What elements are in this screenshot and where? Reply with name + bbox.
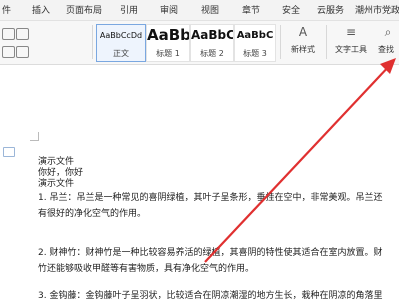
- new-style-icon: A: [298, 25, 308, 39]
- doc-line: 竹还能够吸收甲醛等有害物质，具有净化空气的作用。: [38, 264, 255, 274]
- tab-insert[interactable]: 插入: [32, 3, 50, 16]
- style-preview: AaBbC: [191, 28, 233, 42]
- new-style-label: 新样式: [291, 45, 315, 54]
- doc-line: 3. 金钩藤：金钩藤叶子呈羽状，比较适合在阴凉潮湿的地方生长，栽种在阴凉的角落里: [38, 291, 383, 301]
- ribbon-separator: [280, 25, 281, 59]
- list-icon[interactable]: [2, 28, 15, 40]
- indent-icon[interactable]: [16, 28, 29, 40]
- tab-page-layout[interactable]: 页面布局: [66, 3, 102, 16]
- style-normal[interactable]: AaBbCcDd 正文: [96, 24, 146, 62]
- page-margin-mark: [30, 132, 39, 141]
- text-tools-icon: ≡: [345, 25, 357, 39]
- tab-org[interactable]: 潮州市党政: [355, 3, 399, 16]
- style-label: 标题 1: [156, 49, 180, 58]
- style-label: 标题 2: [200, 49, 224, 58]
- arrow-shaft: [204, 62, 393, 263]
- doc-line: 1. 吊兰：吊兰是一种常见的喜阴绿植，其叶子呈条形，垂挂在空中，非常美观。吊兰还: [38, 193, 383, 203]
- outline-icon[interactable]: [3, 147, 15, 157]
- style-preview: AaBbCcDd: [99, 31, 143, 40]
- search-icon: ⌕: [384, 25, 392, 39]
- tab-security[interactable]: 安全: [282, 3, 300, 16]
- tab-chapter[interactable]: 章节: [242, 3, 260, 16]
- tab-file[interactable]: 件: [2, 3, 11, 16]
- paragraph-buttons-row2[interactable]: [2, 45, 82, 58]
- tab-view[interactable]: 视图: [201, 3, 219, 16]
- text-tools-button[interactable]: ≡ 文字工具: [328, 25, 374, 61]
- new-style-button[interactable]: A 新样式: [283, 25, 323, 61]
- line-spacing-icon[interactable]: [16, 46, 29, 58]
- ribbon-toolbar: AaBbCcDd 正文 AaBb 标题 1 AaBbC 标题 2 AaBbC 标…: [0, 21, 399, 65]
- style-label: 标题 3: [243, 49, 267, 58]
- style-heading-3[interactable]: AaBbC 标题 3: [234, 24, 276, 62]
- find-replace-button[interactable]: ⌕ 查找: [376, 25, 399, 61]
- style-preview: AaBbC: [236, 30, 274, 41]
- tab-references[interactable]: 引用: [120, 3, 138, 16]
- style-heading-1[interactable]: AaBb 标题 1: [146, 24, 190, 62]
- tab-cloud[interactable]: 云服务: [317, 3, 344, 16]
- text-tools-label: 文字工具: [335, 45, 367, 54]
- ribbon-tab-bar: 件 插入 页面布局 引用 审阅 视图 章节 安全 云服务 潮州市党政: [0, 0, 399, 21]
- doc-line: 2. 财神竹：财神竹是一种比较容易养活的绿植，其喜阴的特性使其适合在室内放置。财: [38, 248, 383, 258]
- style-heading-2[interactable]: AaBbC 标题 2: [190, 24, 234, 62]
- align-icon[interactable]: [2, 46, 15, 58]
- page-gutter: [0, 65, 20, 300]
- ribbon-separator: [92, 25, 93, 59]
- ribbon-separator: [326, 25, 327, 59]
- find-label: 查找: [378, 45, 394, 54]
- style-label: 正文: [113, 49, 129, 58]
- paragraph-buttons-row1[interactable]: [2, 27, 82, 40]
- doc-line: 有很好的净化空气的作用。: [38, 209, 147, 219]
- doc-line: 演示文件: [38, 179, 75, 189]
- tab-review[interactable]: 审阅: [160, 3, 178, 16]
- style-preview: AaBb: [147, 26, 189, 44]
